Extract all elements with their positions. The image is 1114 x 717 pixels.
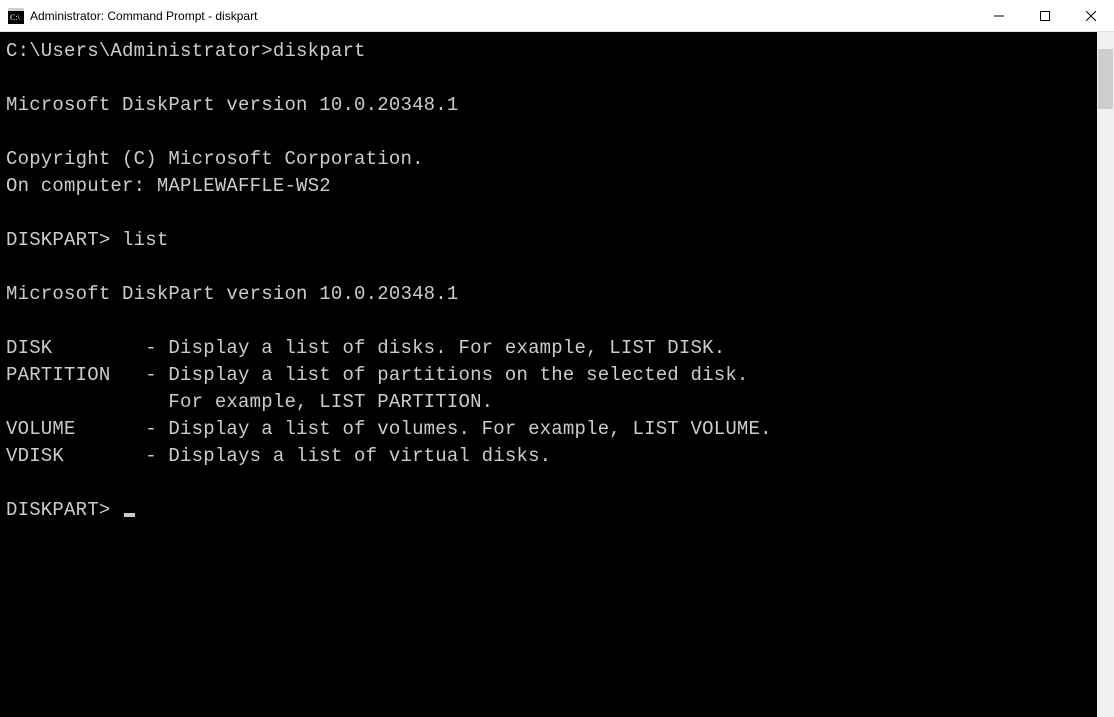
line-help-partition2: For example, LIST PARTITION. <box>6 391 493 413</box>
close-button[interactable] <box>1068 0 1114 32</box>
line-help-vdisk: VDISK - Displays a list of virtual disks… <box>6 445 551 467</box>
window-title: Administrator: Command Prompt - diskpart <box>30 9 976 23</box>
console-output[interactable]: C:\Users\Administrator>diskpart Microsof… <box>0 32 1097 717</box>
line-copyright: Copyright (C) Microsoft Corporation. <box>6 148 424 170</box>
console-area: C:\Users\Administrator>diskpart Microsof… <box>0 32 1114 717</box>
cmd-icon: C:\ <box>8 8 24 24</box>
line-prompt1: C:\Users\Administrator>diskpart <box>6 40 366 62</box>
line-help-partition: PARTITION - Display a list of partitions… <box>6 364 749 386</box>
window-controls <box>976 0 1114 31</box>
maximize-button[interactable] <box>1022 0 1068 32</box>
window-titlebar[interactable]: C:\ Administrator: Command Prompt - disk… <box>0 0 1114 32</box>
svg-text:C:\: C:\ <box>10 13 21 22</box>
line-version: Microsoft DiskPart version 10.0.20348.1 <box>6 94 458 116</box>
line-help-disk: DISK - Display a list of disks. For exam… <box>6 337 725 359</box>
line-computer: On computer: MAPLEWAFFLE-WS2 <box>6 175 331 197</box>
text-cursor <box>124 513 135 517</box>
minimize-button[interactable] <box>976 0 1022 32</box>
line-dp-prompt2: DISKPART> <box>6 499 122 521</box>
line-version2: Microsoft DiskPart version 10.0.20348.1 <box>6 283 458 305</box>
line-help-volume: VOLUME - Display a list of volumes. For … <box>6 418 772 440</box>
vertical-scrollbar[interactable] <box>1097 32 1114 717</box>
scrollbar-thumb[interactable] <box>1098 49 1113 109</box>
line-dp-prompt1: DISKPART> list <box>6 229 168 251</box>
